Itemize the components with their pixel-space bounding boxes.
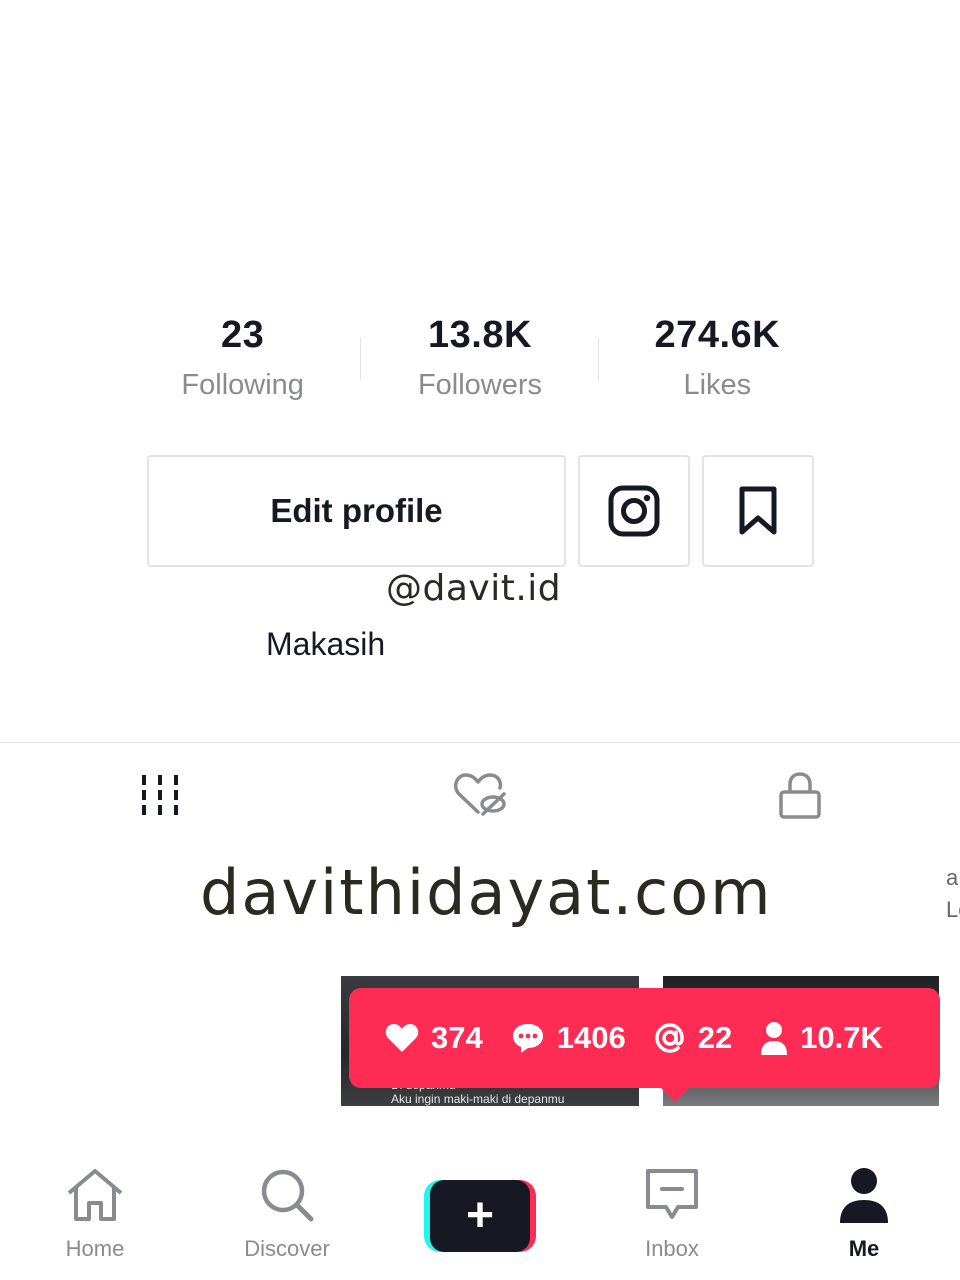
bottom-navigation: Home Discover + Inbox Me: [0, 1160, 960, 1280]
notif-comments-count: 1406: [556, 1020, 626, 1055]
lock-icon: [779, 772, 821, 819]
inbox-icon: [646, 1169, 698, 1219]
edit-profile-button[interactable]: Edit profile: [147, 455, 566, 567]
at-icon: [654, 1023, 684, 1053]
bookmark-icon: [739, 486, 777, 535]
nav-inbox-label: Inbox: [645, 1236, 699, 1261]
followers-label: Followers: [417, 369, 543, 401]
nav-discover[interactable]: Discover: [217, 1160, 357, 1262]
content-tabs: [0, 760, 960, 830]
tab-private[interactable]: [760, 760, 840, 830]
tabs-divider: [0, 742, 960, 743]
notif-mentions: 22: [654, 1020, 732, 1056]
stat-following[interactable]: 23 Following: [124, 310, 362, 410]
grid-icon: [142, 775, 178, 815]
following-label: Following: [181, 369, 304, 401]
profile-stats: 23 Following 13.8K Followers 274.6K Like…: [124, 310, 836, 410]
search-icon: [261, 1169, 314, 1222]
nav-home-label: Home: [65, 1236, 125, 1261]
tab-liked[interactable]: [440, 760, 520, 830]
activity-notification[interactable]: 374 1406 22 10.7K: [349, 988, 940, 1102]
profile-actions: Edit profile: [147, 455, 814, 567]
edge-text-fragment: a Lo: [946, 865, 960, 922]
following-count: 23: [221, 314, 265, 356]
stat-likes[interactable]: 274.6K Likes: [599, 310, 836, 410]
notif-likes-count: 374: [431, 1020, 483, 1055]
nav-me[interactable]: Me: [794, 1160, 934, 1262]
instagram-icon: [608, 485, 660, 537]
person-icon: [761, 1022, 788, 1055]
notif-likes: 374: [385, 1020, 483, 1056]
plus-icon: +: [430, 1180, 530, 1252]
notif-followers: 10.7K: [760, 1020, 883, 1056]
instagram-button[interactable]: [578, 455, 690, 567]
notif-comments: 1406: [511, 1020, 626, 1056]
watermark-site: davithidayat.com: [200, 856, 773, 929]
watermark-handle: @davit.id: [386, 568, 562, 609]
notif-mentions-count: 22: [697, 1020, 733, 1055]
stat-followers[interactable]: 13.8K Followers: [361, 310, 599, 410]
nav-me-label: Me: [848, 1236, 880, 1261]
favorites-button[interactable]: [702, 455, 814, 567]
notification-pointer: [661, 1088, 689, 1102]
create-button[interactable]: +: [424, 1180, 536, 1252]
nav-inbox[interactable]: Inbox: [602, 1160, 742, 1262]
likes-count: 274.6K: [654, 314, 781, 356]
profile-bio: Makasih: [266, 626, 386, 662]
home-icon: [67, 1169, 123, 1221]
notif-followers-count: 10.7K: [800, 1020, 883, 1055]
liked-hidden-icon: [454, 773, 506, 816]
profile-icon: [840, 1168, 888, 1223]
heart-icon: [385, 1024, 419, 1052]
nav-discover-label: Discover: [244, 1236, 330, 1261]
tab-videos[interactable]: [120, 760, 200, 830]
nav-home[interactable]: Home: [25, 1160, 165, 1262]
followers-count: 13.8K: [428, 314, 532, 356]
likes-label: Likes: [683, 369, 752, 401]
comment-icon: [512, 1024, 543, 1053]
